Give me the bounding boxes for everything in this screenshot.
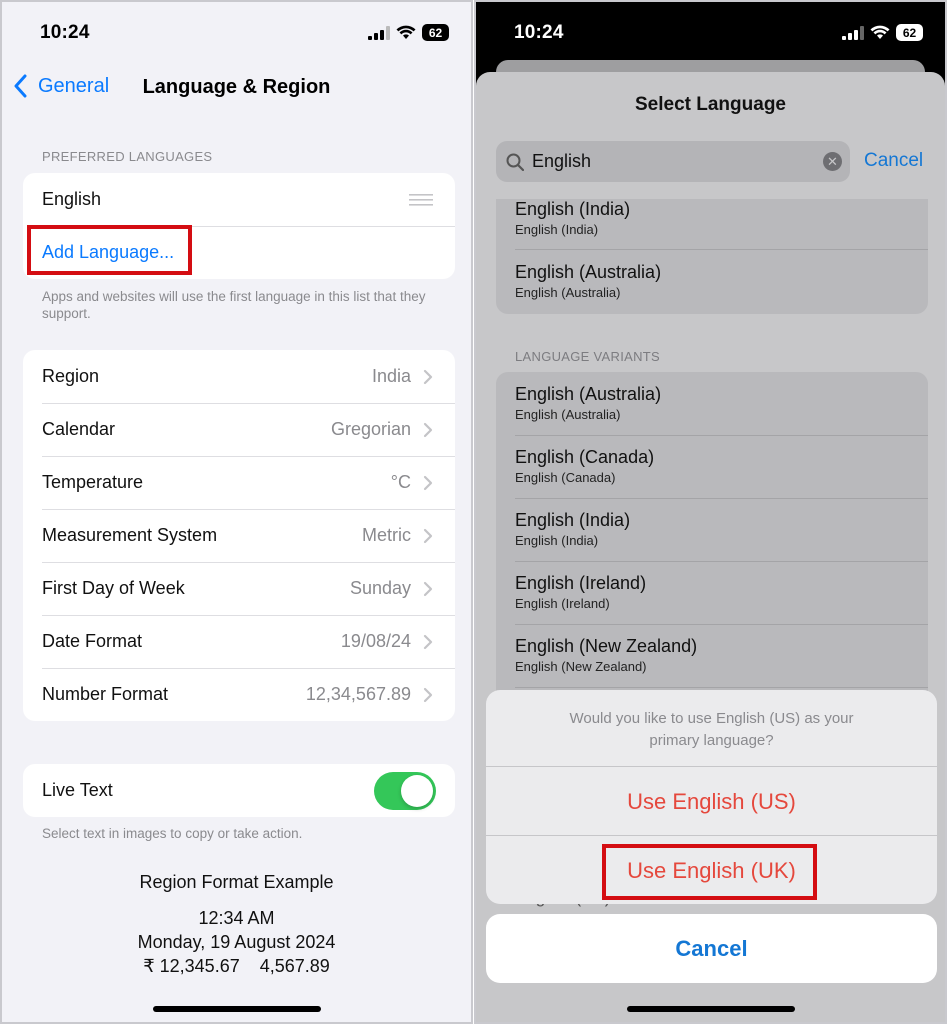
cellular-signal-icon bbox=[842, 25, 864, 40]
use-english-us-button[interactable]: Use English (US) bbox=[486, 767, 937, 836]
page-title: Language & Region bbox=[142, 76, 331, 98]
highlight-box-use-english-uk bbox=[602, 844, 817, 900]
wifi-icon bbox=[396, 25, 416, 39]
setting-row-number-format[interactable]: Number Format 12,34,567.89 bbox=[23, 668, 455, 721]
language-native-name: English (India) bbox=[515, 222, 599, 237]
region-example-numbers: ₹ 12,345.67 4,567.89 bbox=[143, 956, 330, 976]
region-example-time: 12:34 AM bbox=[198, 908, 275, 928]
setting-label: Calendar bbox=[42, 419, 116, 439]
language-native-name: English (Canada) bbox=[515, 470, 616, 485]
search-field[interactable]: English ✕ bbox=[496, 141, 850, 182]
setting-label: Date Format bbox=[42, 631, 143, 651]
setting-label: First Day of Week bbox=[42, 578, 185, 598]
cellular-signal-icon bbox=[368, 25, 390, 40]
language-label: English bbox=[42, 189, 102, 209]
language-name: English (Ireland) bbox=[515, 573, 647, 593]
setting-value: 19/08/24 bbox=[340, 631, 411, 651]
status-icons: 62 bbox=[842, 24, 923, 41]
chevron-right-icon bbox=[423, 369, 433, 384]
search-results-group: English (India) English (India) English … bbox=[496, 199, 928, 314]
language-native-name: English (New Zealand) bbox=[515, 659, 647, 674]
action-sheet-message-line1: Would you like to use English (US) as yo… bbox=[569, 710, 854, 727]
battery-indicator: 62 bbox=[422, 24, 449, 41]
variant-row[interactable]: English (Ireland) English (Ireland) bbox=[496, 561, 928, 624]
preferred-languages-footnote: Apps and websites will use the first lan… bbox=[42, 289, 426, 321]
live-text-toggle[interactable] bbox=[374, 771, 436, 810]
language-native-name: English (Australia) bbox=[515, 285, 621, 300]
region-example-date: Monday, 19 August 2024 bbox=[137, 932, 336, 952]
setting-label: Temperature bbox=[42, 472, 144, 492]
action-sheet-message-line2: primary language? bbox=[649, 732, 774, 749]
home-indicator bbox=[626, 1006, 795, 1012]
status-icons: 62 bbox=[368, 24, 449, 41]
language-name: English (New Zealand) bbox=[515, 636, 698, 656]
result-row[interactable]: English (India) English (India) bbox=[496, 199, 928, 250]
language-variants-group: English (Australia) English (Australia) … bbox=[496, 372, 928, 702]
language-name: English (India) bbox=[515, 510, 631, 530]
search-input[interactable]: English bbox=[532, 151, 591, 172]
result-row[interactable]: English (Australia) English (Australia) bbox=[496, 250, 928, 313]
search-cancel-button[interactable]: Cancel bbox=[864, 150, 923, 172]
setting-value: Sunday bbox=[349, 578, 411, 598]
highlight-box-add-language bbox=[27, 225, 192, 275]
region-example-title: Region Format Example bbox=[139, 872, 334, 892]
setting-row-region[interactable]: Region India bbox=[23, 350, 455, 403]
language-native-name: English (Australia) bbox=[515, 407, 621, 422]
chevron-right-icon bbox=[423, 634, 433, 649]
setting-row-first-day-of-week[interactable]: First Day of Week Sunday bbox=[23, 562, 455, 615]
status-time: 10:24 bbox=[514, 22, 564, 43]
chevron-right-icon bbox=[423, 687, 433, 702]
language-name: English (Australia) bbox=[515, 262, 662, 282]
variant-row[interactable]: English (Australia) English (Australia) bbox=[496, 372, 928, 435]
action-sheet-message: Would you like to use English (US) as yo… bbox=[486, 708, 937, 752]
live-text-row: Live Text bbox=[23, 764, 455, 817]
setting-value: °C bbox=[390, 472, 411, 492]
setting-value: Metric bbox=[362, 525, 411, 545]
language-region-screen: 10:24 62 General Language & Region PREFE… bbox=[0, 0, 473, 1024]
chevron-right-icon bbox=[423, 422, 433, 437]
setting-row-calendar[interactable]: Calendar Gregorian bbox=[23, 403, 455, 456]
toggle-knob bbox=[401, 774, 433, 807]
variant-row[interactable]: English (India) English (India) bbox=[496, 498, 928, 561]
live-text-label: Live Text bbox=[42, 780, 113, 800]
chevron-right-icon bbox=[423, 581, 433, 596]
action-sheet-cancel-button[interactable]: Cancel bbox=[486, 914, 937, 983]
setting-value: Gregorian bbox=[330, 419, 411, 439]
language-name: English (Canada) bbox=[515, 447, 655, 467]
setting-value: India bbox=[371, 366, 411, 386]
setting-label: Region bbox=[42, 366, 100, 386]
language-variants-header: LANGUAGE VARIANTS bbox=[515, 349, 661, 364]
chevron-right-icon bbox=[423, 475, 433, 490]
variant-row[interactable]: English (Canada) English (Canada) bbox=[496, 435, 928, 498]
setting-label: Number Format bbox=[42, 684, 169, 704]
language-name: English (Australia) bbox=[515, 384, 662, 404]
language-native-name: English (Ireland) bbox=[515, 596, 610, 611]
chevron-right-icon bbox=[423, 528, 433, 543]
battery-indicator: 62 bbox=[896, 24, 923, 41]
select-language-screen: 10:24 62 Select Language English ✕ Cance… bbox=[474, 0, 947, 1024]
search-icon bbox=[506, 153, 524, 171]
live-text-footnote: Select text in images to copy or take ac… bbox=[42, 826, 303, 841]
status-time: 10:24 bbox=[40, 22, 90, 43]
language-native-name: English (India) bbox=[515, 533, 599, 548]
clear-icon[interactable]: ✕ bbox=[823, 152, 842, 171]
home-indicator bbox=[152, 1006, 321, 1012]
reorder-handle-icon[interactable] bbox=[409, 193, 433, 206]
setting-row-date-format[interactable]: Date Format 19/08/24 bbox=[23, 615, 455, 668]
setting-value: 12,34,567.89 bbox=[305, 684, 411, 704]
setting-label: Measurement System bbox=[42, 525, 218, 545]
sheet-title: Select Language bbox=[635, 94, 786, 115]
setting-row-temperature[interactable]: Temperature °C bbox=[23, 456, 455, 509]
preferred-languages-header: PREFERRED LANGUAGES bbox=[42, 149, 213, 164]
setting-row-measurement-system[interactable]: Measurement System Metric bbox=[23, 509, 455, 562]
variant-row[interactable]: English (New Zealand) English (New Zeala… bbox=[496, 624, 928, 687]
region-settings-group: Region India Calendar Gregorian Temperat… bbox=[23, 350, 455, 721]
language-row-english[interactable]: English bbox=[23, 173, 455, 226]
language-name: English (India) bbox=[515, 199, 631, 219]
wifi-icon bbox=[870, 25, 890, 39]
live-text-group: Live Text bbox=[23, 764, 455, 817]
